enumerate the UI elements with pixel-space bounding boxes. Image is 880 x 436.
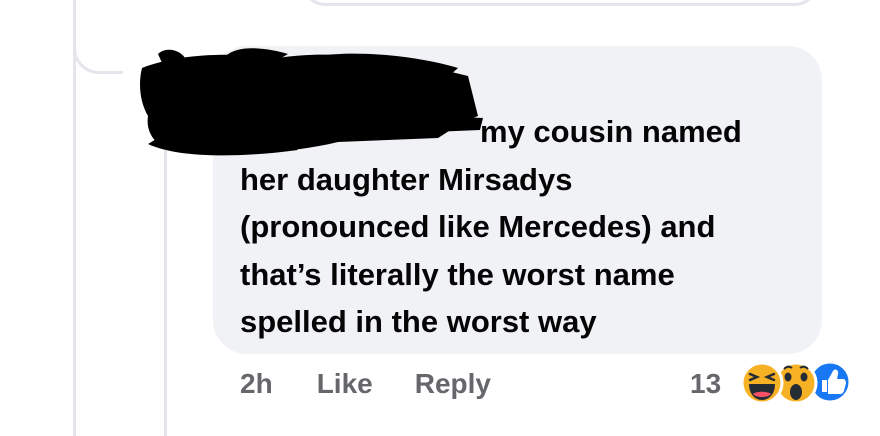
comment-actions: 2h Like Reply <box>240 362 491 406</box>
comment-line: (pronounced like Mercedes) and <box>240 209 716 244</box>
comment-timestamp[interactable]: 2h <box>240 368 273 400</box>
comment-line: her daughter Mirsadys <box>240 161 573 197</box>
comment-line: that’s literally the worst name <box>240 256 675 292</box>
reaction-icons[interactable] <box>738 360 858 408</box>
previous-comment-bubble-edge <box>300 0 820 6</box>
comment-text: my cousin named her daughter Mirsadys (p… <box>240 108 810 346</box>
thread-line <box>73 0 76 436</box>
like-button[interactable]: Like <box>317 368 373 400</box>
comment-line: spelled in the worst way <box>240 304 597 339</box>
haha-icon <box>740 361 784 405</box>
reply-thread-line <box>164 150 167 436</box>
comment-line: my cousin named <box>480 114 742 149</box>
reply-connector-line <box>73 18 123 74</box>
reply-button[interactable]: Reply <box>415 368 491 400</box>
reaction-count[interactable]: 13 <box>690 362 721 406</box>
